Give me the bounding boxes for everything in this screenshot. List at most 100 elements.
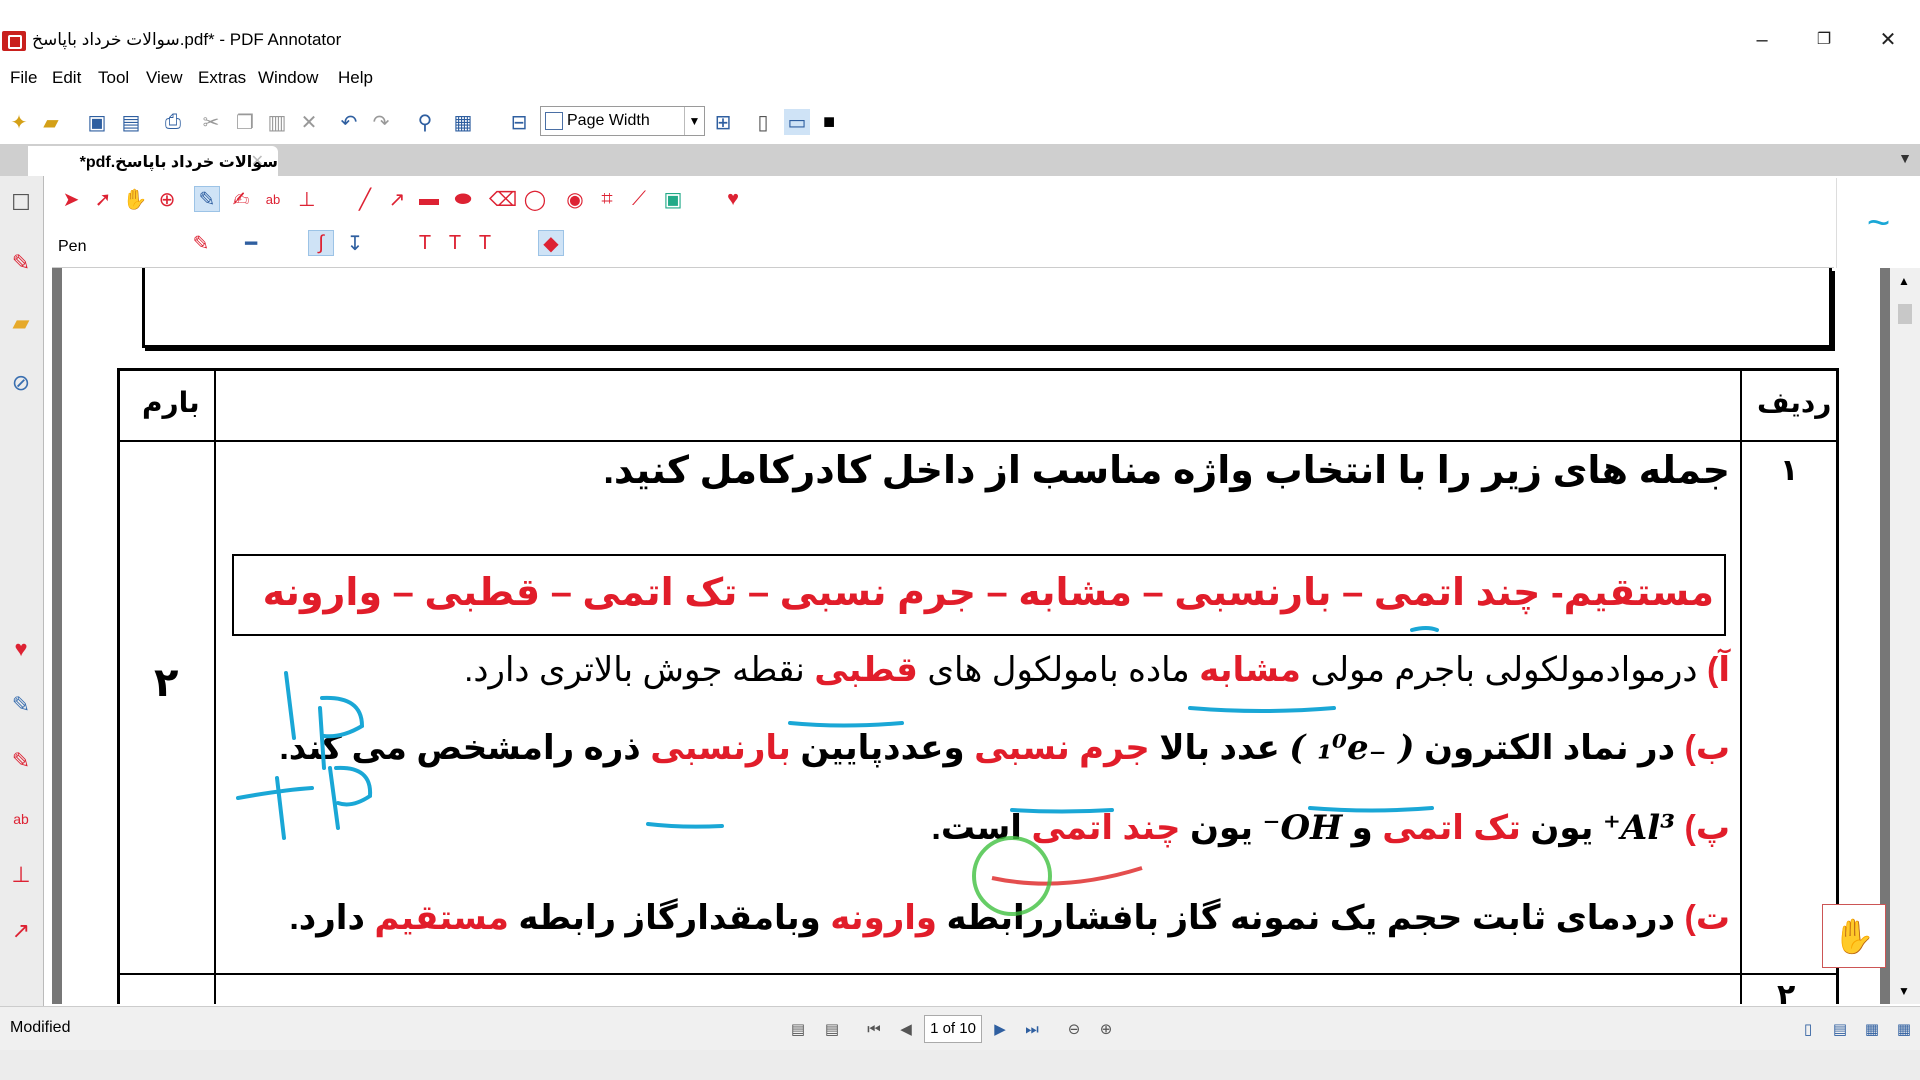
page-indicator[interactable]: 1 of 10	[924, 1015, 982, 1043]
fit-width-icon[interactable]: ▭	[784, 109, 810, 135]
highlighter-icon[interactable]: ✍	[228, 186, 254, 212]
redo-icon[interactable]: ↷	[368, 109, 394, 135]
text-strikeout-icon[interactable]: T	[472, 230, 498, 256]
ink-stroke	[284, 671, 296, 740]
color-picker-icon[interactable]: ✎	[188, 230, 214, 256]
menu-edit[interactable]: Edit	[52, 68, 81, 88]
last-page-icon[interactable]: ⏭	[1020, 1017, 1044, 1041]
menu-view[interactable]: View	[146, 68, 183, 88]
app-icon	[2, 31, 26, 51]
print-icon[interactable]: ⎙	[160, 109, 186, 135]
first-page-icon[interactable]: ⏮	[862, 1017, 886, 1041]
rectangle-icon[interactable]: ▬	[416, 186, 442, 212]
ink-stroke	[328, 765, 373, 830]
hand-tool-icon[interactable]: ✋	[1822, 904, 1886, 968]
arrow-icon[interactable]: ↗	[8, 918, 34, 944]
document-viewport[interactable]: بارم ردیف ۱ ۲ جمله های زیر را با انتخاب …	[52, 268, 1890, 1004]
textbox-icon[interactable]: ab	[8, 806, 34, 832]
text-underline-icon[interactable]: T	[412, 230, 438, 256]
insert-image-icon[interactable]: ▣	[660, 186, 686, 212]
tab-close-icon[interactable]: ✕	[251, 151, 264, 171]
menu-extras[interactable]: Extras	[198, 68, 246, 88]
scroll-up-icon[interactable]: ▲	[1898, 274, 1910, 288]
stamp-icon[interactable]: ⊥	[8, 862, 34, 888]
delete-icon[interactable]: ✕	[296, 109, 322, 135]
menu-file[interactable]: File	[10, 68, 37, 88]
next-view-icon[interactable]: ▤	[820, 1017, 844, 1041]
ink-stroke	[788, 721, 904, 728]
maximize-button[interactable]: ❐	[1800, 28, 1848, 52]
menu-bar: File Edit Tool View Extras Window Help	[0, 60, 1920, 96]
copy-icon[interactable]: ❐	[232, 109, 258, 135]
cut-icon[interactable]: ✂	[198, 109, 224, 135]
chevron-down-icon[interactable]: ▼	[684, 107, 704, 135]
scroll-thumb[interactable]	[1898, 304, 1912, 324]
hand-icon[interactable]: ✋	[122, 186, 148, 212]
marker-icon[interactable]: ✎	[8, 250, 34, 276]
zoom-out-icon[interactable]: ⊟	[506, 109, 532, 135]
line-icon[interactable]: ╱	[352, 186, 378, 212]
checkbox-icon[interactable]: ☐	[8, 190, 34, 216]
save-icon[interactable]: ▣	[84, 109, 110, 135]
line-width-icon[interactable]: ━	[238, 230, 264, 256]
text-select-icon[interactable]: ➚	[90, 186, 116, 212]
tab-list-icon[interactable]: ▼	[1898, 150, 1912, 166]
menu-help[interactable]: Help	[338, 68, 373, 88]
ellipse-icon[interactable]: ⬬	[450, 186, 476, 212]
vertical-scrollbar[interactable]: ▲ ▼	[1890, 268, 1920, 1004]
tab-document[interactable]: سوالات خرداد باپاسخ.pdf* ✕	[28, 146, 278, 176]
favorite-heart-icon[interactable]: ♥	[8, 636, 34, 662]
annotation-toolbar: ➤ ➚ ✋ ⊕ ✎ ✍ ab ⊥ ╱ ↗ ▬ ⬬ ⌫ ◯ ◉ ⌗ ⟋ ▣ ♥ ✎…	[52, 178, 1834, 268]
single-page-view-icon[interactable]: ▯	[1796, 1017, 1820, 1041]
single-page-icon[interactable]: ▯	[750, 109, 776, 135]
title-bar: سوالات خرداد باپاسخ.pdf* - PDF Annotator…	[0, 0, 1920, 56]
paste-icon[interactable]: ▥	[264, 109, 290, 135]
find-icon[interactable]: ⚲	[412, 109, 438, 135]
open-folder-icon[interactable]: ▰	[38, 109, 64, 135]
text-icon[interactable]: ab	[260, 186, 286, 212]
grid-view-icon[interactable]: ▦	[1892, 1017, 1916, 1041]
zoom-select[interactable]: Page Width ▼	[540, 106, 705, 136]
close-button[interactable]: ✕	[1864, 28, 1912, 52]
prev-view-icon[interactable]: ▤	[786, 1017, 810, 1041]
scroll-down-icon[interactable]: ▼	[1898, 984, 1910, 998]
crop-icon[interactable]: ⌗	[594, 186, 620, 212]
select-icon[interactable]: ➤	[58, 186, 84, 212]
ruler-icon[interactable]: ⟋	[626, 186, 652, 212]
two-page-view-icon[interactable]: ▦	[1860, 1017, 1884, 1041]
save-as-icon[interactable]: ▤	[118, 109, 144, 135]
pdf-page: بارم ردیف ۱ ۲ جمله های زیر را با انتخاب …	[62, 268, 1880, 1004]
window-title: سوالات خرداد باپاسخ.pdf* - PDF Annotator	[32, 30, 342, 49]
ink-stroke	[318, 695, 365, 770]
minimize-button[interactable]: –	[1738, 28, 1786, 52]
zoom-icon[interactable]: ⊕	[154, 186, 180, 212]
pen-icon[interactable]: ✎	[194, 186, 220, 212]
camera-icon[interactable]: ◉	[562, 186, 588, 212]
undo-icon[interactable]: ↶	[336, 109, 362, 135]
back-icon[interactable]: ⊖	[1062, 1017, 1086, 1041]
highlighter-icon[interactable]: ✎	[8, 748, 34, 774]
stamp-icon[interactable]: ⊥	[294, 186, 320, 212]
new-icon[interactable]: ✦	[6, 109, 32, 135]
lasso-icon[interactable]: ◯	[522, 186, 548, 212]
next-page-icon[interactable]: ▶	[988, 1017, 1012, 1041]
pressure-icon[interactable]: ◆	[538, 230, 564, 256]
prev-page-icon[interactable]: ◀	[894, 1017, 918, 1041]
pen-tool-icon[interactable]: ✎	[8, 692, 34, 718]
page-setup-icon[interactable]: ▦	[450, 109, 476, 135]
favorites-heart-icon[interactable]: ♥	[720, 186, 746, 212]
note-icon[interactable]: ▰	[8, 310, 34, 336]
snap-icon[interactable]: ↧	[342, 230, 368, 256]
text-squiggly-icon[interactable]: T	[442, 230, 468, 256]
menu-window[interactable]: Window	[258, 68, 318, 88]
forward-icon[interactable]: ⊕	[1094, 1017, 1118, 1041]
smooth-stroke-icon[interactable]: ∫	[308, 230, 334, 256]
attachment-icon[interactable]: ⊘	[8, 370, 34, 396]
zoom-in-icon[interactable]: ⊞	[710, 109, 736, 135]
arrow-icon[interactable]: ↗	[384, 186, 410, 212]
fullscreen-icon[interactable]: ■	[816, 109, 842, 135]
ink-stroke	[1308, 806, 1434, 813]
continuous-view-icon[interactable]: ▤	[1828, 1017, 1852, 1041]
eraser-icon[interactable]: ⌫	[489, 186, 517, 212]
menu-tool[interactable]: Tool	[98, 68, 129, 88]
